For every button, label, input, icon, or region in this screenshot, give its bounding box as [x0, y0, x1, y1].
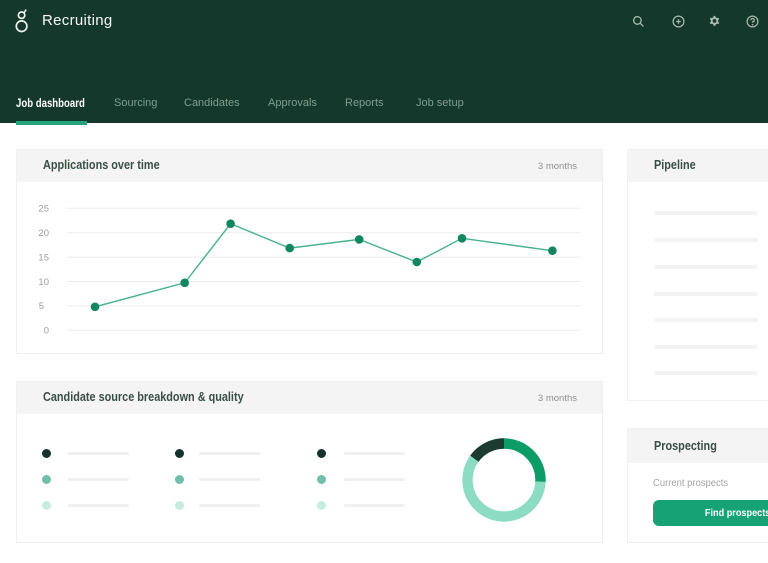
svg-text:5: 5	[39, 301, 44, 312]
svg-text:0: 0	[44, 326, 49, 337]
svg-text:10: 10	[38, 277, 49, 288]
svg-text:20: 20	[38, 228, 49, 239]
svg-text:15: 15	[38, 252, 49, 263]
svg-text:25: 25	[38, 204, 49, 215]
